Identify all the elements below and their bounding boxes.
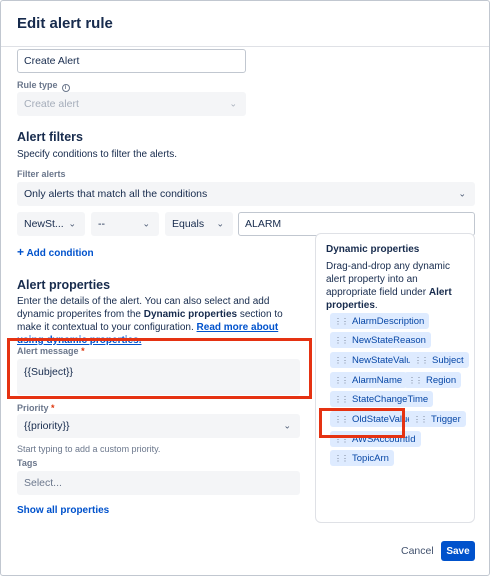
dynamic-properties-title: Dynamic properties xyxy=(326,244,420,255)
condition-operator-value: Equals xyxy=(172,218,205,230)
chevron-down-icon: ⌄ xyxy=(458,188,466,199)
tags-placeholder: Select... xyxy=(24,477,62,489)
priority-value: {{priority}} xyxy=(24,420,70,432)
condition-modifier-value: -- xyxy=(98,218,105,230)
cancel-button[interactable]: Cancel xyxy=(393,541,442,561)
add-condition-button[interactable]: + Add condition xyxy=(17,245,94,259)
edit-alert-rule-modal: Edit alert rule Create Alert Rule type i … xyxy=(0,0,490,576)
alert-message-input[interactable]: {{Subject}} xyxy=(17,359,300,395)
chevron-down-icon: ⌄ xyxy=(216,218,224,229)
alert-name-value: Create Alert xyxy=(24,55,80,67)
drag-handle-icon: ⋮⋮ xyxy=(334,316,349,326)
property-chip[interactable]: ⋮⋮ StateChangeTime xyxy=(330,391,434,407)
chevron-down-icon: ⌄ xyxy=(229,98,237,109)
drag-handle-icon: ⋮⋮ xyxy=(334,434,349,444)
filter-mode-select[interactable]: Only alerts that match all the condition… xyxy=(17,182,475,206)
dynamic-properties-panel: Dynamic properties Drag-and-drop any dyn… xyxy=(315,233,475,523)
drag-handle-icon: ⋮⋮ xyxy=(334,355,349,365)
chevron-down-icon: ⌄ xyxy=(142,218,150,229)
property-chip[interactable]: ⋮⋮ AlarmName xyxy=(330,372,408,388)
priority-label: Priority * xyxy=(17,403,55,413)
tags-label: Tags xyxy=(17,458,38,468)
condition-field-select[interactable]: NewSt... ⌄ xyxy=(17,212,85,236)
property-chip[interactable]: ⋮⋮ NewStateReason xyxy=(330,332,431,348)
alert-properties-heading: Alert properties xyxy=(17,278,111,292)
plus-icon: + xyxy=(17,245,25,259)
priority-select[interactable]: {{priority}} ⌄ xyxy=(17,414,300,438)
alert-message-label: Alert message * xyxy=(17,346,85,356)
add-condition-label: Add condition xyxy=(26,248,94,259)
alert-filters-heading: Alert filters xyxy=(17,130,83,144)
drag-handle-icon: ⋮⋮ xyxy=(413,414,428,424)
modal-title: Edit alert rule xyxy=(17,15,113,32)
property-chip[interactable]: ⋮⋮ Trigger xyxy=(409,411,466,427)
filter-mode-value: Only alerts that match all the condition… xyxy=(24,188,208,200)
alert-filters-description: Specify conditions to filter the alerts. xyxy=(17,149,178,160)
property-chip[interactable]: ⋮⋮ NewStateValue xyxy=(330,352,422,368)
dynamic-properties-description: Drag-and-drop any dynamic alert property… xyxy=(326,261,452,311)
save-button[interactable]: Save xyxy=(441,541,475,561)
condition-value: ALARM xyxy=(245,218,282,230)
condition-modifier-select[interactable]: -- ⌄ xyxy=(91,212,159,236)
drag-handle-icon: ⋮⋮ xyxy=(334,335,349,345)
chevron-down-icon: ⌄ xyxy=(283,420,291,431)
modal-footer: Cancel Save xyxy=(1,531,489,571)
drag-handle-icon: ⋮⋮ xyxy=(408,375,423,385)
property-chip[interactable]: ⋮⋮ TopicArn xyxy=(330,450,394,466)
property-chip[interactable]: ⋮⋮ OldStateValue xyxy=(330,411,418,427)
property-chip[interactable]: ⋮⋮ Region xyxy=(404,372,462,388)
tags-select[interactable]: Select... xyxy=(17,471,300,495)
info-icon[interactable]: i xyxy=(61,84,70,92)
show-all-properties-link[interactable]: Show all properties xyxy=(17,505,109,516)
drag-handle-icon: ⋮⋮ xyxy=(334,375,349,385)
rule-type-value: Create alert xyxy=(24,98,79,110)
drag-handle-icon: ⋮⋮ xyxy=(334,453,349,463)
alert-properties-description: Enter the details of the alert. You can … xyxy=(17,296,283,346)
condition-operator-select[interactable]: Equals ⌄ xyxy=(165,212,233,236)
rule-type-select: Create alert ⌄ xyxy=(17,92,246,116)
modal-header: Edit alert rule xyxy=(1,1,489,47)
priority-hint: Start typing to add a custom priority. xyxy=(17,444,161,454)
property-chip[interactable]: ⋮⋮ Subject xyxy=(410,352,469,368)
property-chip[interactable]: ⋮⋮ AWSAccountId xyxy=(330,431,421,447)
alert-message-value: {{Subject}} xyxy=(24,366,74,378)
drag-handle-icon: ⋮⋮ xyxy=(414,355,429,365)
drag-handle-icon: ⋮⋮ xyxy=(334,394,349,404)
chevron-down-icon: ⌄ xyxy=(68,218,76,229)
drag-handle-icon: ⋮⋮ xyxy=(334,414,349,424)
rule-type-label: Rule type i xyxy=(17,80,70,92)
filter-alerts-label: Filter alerts xyxy=(17,169,66,179)
condition-field-value: NewSt... xyxy=(24,218,64,230)
alert-name-input[interactable]: Create Alert xyxy=(17,49,246,73)
property-chip[interactable]: ⋮⋮ AlarmDescription xyxy=(330,313,430,329)
